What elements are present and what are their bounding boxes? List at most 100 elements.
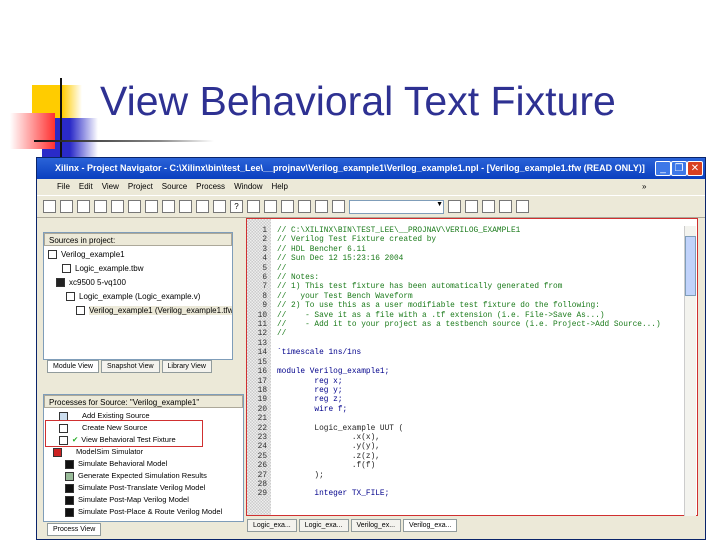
code-text: reg z; xyxy=(277,396,343,405)
code-line: 3 // HDL Bencher 6.1i xyxy=(249,246,661,255)
tool-icon[interactable] xyxy=(145,200,158,213)
menu-bar: File Edit View Project Source Process Window He… xyxy=(37,179,705,195)
code-text: ); xyxy=(277,471,324,480)
find-icon[interactable] xyxy=(332,200,345,213)
editor-tabs: Logic_exa... Logic_exa... Verilog_ex... … xyxy=(247,519,458,532)
process-item[interactable]: Simulate Post-Place & Route Verilog Mode… xyxy=(47,506,240,518)
menu-project[interactable]: Project xyxy=(128,182,153,191)
tool-icon[interactable] xyxy=(162,200,175,213)
copy-icon[interactable] xyxy=(264,200,277,213)
undo-icon[interactable] xyxy=(298,200,311,213)
menu-help[interactable]: Help xyxy=(272,182,288,191)
save-icon[interactable] xyxy=(77,200,90,213)
line-number: 1 xyxy=(262,227,267,235)
tab-editor[interactable]: Verilog_ex... xyxy=(350,519,402,532)
code-line: 1 // C:\XILINX\BIN\TEST_LEE\__PROJNAV\VER… xyxy=(249,227,661,236)
process-item[interactable]: Simulate Post-Translate Verilog Model xyxy=(47,482,240,494)
bookmark-icon[interactable] xyxy=(448,200,461,213)
line-number: 22 xyxy=(257,424,267,433)
process-item[interactable]: Simulate Post-Map Verilog Model xyxy=(47,494,240,506)
code-text: .z(z), xyxy=(277,452,380,461)
menu-view[interactable]: View xyxy=(102,182,119,191)
lightbulb-icon[interactable] xyxy=(516,200,529,213)
code-text: // your Test Bench Waveform xyxy=(277,292,413,301)
simulate-icon xyxy=(65,459,74,469)
line-number: 13 xyxy=(257,339,267,348)
menu-window[interactable]: Window xyxy=(234,182,262,191)
tab-library-view[interactable]: Library View xyxy=(161,360,212,373)
slide-title: View Behavioral Text Fixture xyxy=(100,78,616,124)
processes-panel: Processes for Source: "Verilog_example1"… xyxy=(43,394,244,522)
toolbar-overflow[interactable]: » xyxy=(642,182,646,191)
code-line: 21 xyxy=(249,415,661,424)
code-line: 4 // Sun Dec 12 15:23:16 2004 xyxy=(249,255,661,264)
paste-icon[interactable] xyxy=(281,200,294,213)
help-icon[interactable]: ? xyxy=(230,200,243,213)
code-text: .x(x), xyxy=(277,433,380,442)
code-line: 9 // 2) To use this as a user modifiable … xyxy=(249,302,661,311)
deco-vline xyxy=(60,78,62,158)
line-number: 7 xyxy=(262,283,267,292)
chip-icon xyxy=(56,278,65,288)
tree-item[interactable]: xc9500 5-vq100 xyxy=(48,276,228,290)
close-button[interactable]: ✕ xyxy=(687,161,703,176)
project-icon xyxy=(48,250,57,260)
menu-edit[interactable]: Edit xyxy=(79,182,93,191)
code-text: // HDL Bencher 6.1i xyxy=(277,245,366,254)
tab-editor[interactable]: Logic_exa... xyxy=(247,519,297,532)
process-item[interactable]: Simulate Behavioral Model xyxy=(47,458,240,470)
tool-icon[interactable] xyxy=(196,200,209,213)
tool-icon[interactable] xyxy=(111,200,124,213)
tab-editor[interactable]: Logic_exa... xyxy=(298,519,349,532)
code-editor[interactable]: 1 // C:\XILINX\BIN\TEST_LEE\__PROJNAV\VER… xyxy=(246,218,698,516)
tree-item[interactable]: Logic_example.tbw xyxy=(48,262,228,276)
line-number: 10 xyxy=(257,311,267,320)
simulate-icon xyxy=(65,495,74,505)
code-lines: 1 // C:\XILINX\BIN\TEST_LEE\__PROJNAV\VER… xyxy=(249,227,661,500)
code-text: Logic_example UUT ( xyxy=(277,424,404,433)
menu-process[interactable]: Process xyxy=(196,182,225,191)
restore-button[interactable]: ❐ xyxy=(671,161,687,176)
line-number: 29 xyxy=(257,490,267,499)
line-number: 16 xyxy=(257,368,267,377)
code-text: // 2) To use this as a user modifiable t… xyxy=(277,302,600,311)
cut-icon[interactable] xyxy=(247,200,260,213)
line-number: 15 xyxy=(257,358,267,367)
tree-item[interactable]: Verilog_example1 xyxy=(48,248,228,262)
tree-item[interactable]: Logic_example (Logic_example.v) xyxy=(48,290,228,304)
line-number: 14 xyxy=(257,349,267,358)
minimize-button[interactable]: _ xyxy=(655,161,671,176)
bookmark-prev-icon[interactable] xyxy=(482,200,495,213)
redo-icon[interactable] xyxy=(315,200,328,213)
save-all-icon[interactable] xyxy=(94,200,107,213)
bookmark-clear-icon[interactable] xyxy=(499,200,512,213)
vertical-scrollbar[interactable] xyxy=(684,226,696,516)
process-item[interactable]: Generate Expected Simulation Results xyxy=(47,470,240,482)
tab-editor-active[interactable]: Verilog_exa... xyxy=(403,519,458,532)
search-combo[interactable]: ▼ xyxy=(349,199,444,214)
code-line: 22 Logic_example UUT ( xyxy=(249,425,661,434)
code-line: 26 .f(f) xyxy=(249,462,661,471)
code-text: // Notes: xyxy=(277,274,320,283)
code-line: 27 ); xyxy=(249,472,661,481)
tool-icon[interactable] xyxy=(213,200,226,213)
open-icon[interactable] xyxy=(60,200,73,213)
new-icon[interactable] xyxy=(43,200,56,213)
tab-process-view[interactable]: Process View xyxy=(47,523,102,536)
line-number: 4 xyxy=(262,255,267,264)
menu-source[interactable]: Source xyxy=(162,182,187,191)
tree-item-selected[interactable]: Verilog_example1 (Verilog_example1.tfw) xyxy=(48,304,232,318)
code-line: 16 module Verilog_example1; xyxy=(249,368,661,377)
code-line: 19 reg z; xyxy=(249,396,661,405)
simulate-icon xyxy=(65,483,74,493)
tab-snapshot-view[interactable]: Snapshot View xyxy=(100,360,160,373)
menu-file[interactable]: File xyxy=(57,182,70,191)
tool-icon[interactable] xyxy=(128,200,141,213)
tab-module-view[interactable]: Module View xyxy=(47,360,99,373)
bookmark-next-icon[interactable] xyxy=(465,200,478,213)
code-line: 5 // xyxy=(249,265,661,274)
tool-icon[interactable] xyxy=(179,200,192,213)
code-line: 14 `timescale 1ns/1ns xyxy=(249,349,661,358)
process-item[interactable]: ModelSim Simulator xyxy=(47,446,240,458)
code-line: 10 // - Save it as a file with a .tf exte… xyxy=(249,312,661,321)
